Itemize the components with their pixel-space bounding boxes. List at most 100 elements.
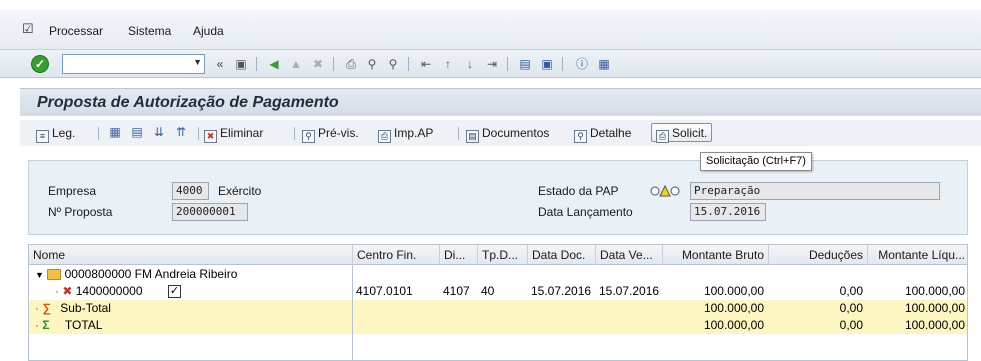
folder-cell: ▼ 0000800000 FM Andreia Ribeiro xyxy=(31,266,241,283)
collapse-icon[interactable]: ⇈ xyxy=(174,125,188,139)
detalhe-label: Detalhe xyxy=(590,126,632,140)
save-icon[interactable]: ▣ xyxy=(233,56,249,72)
subtotal-bruto-cell: 100.000,00 xyxy=(703,301,764,315)
legend-label: Leg. xyxy=(52,126,76,140)
title-bar: Proposta de Autorização de Pagamento xyxy=(20,88,981,116)
total-name-cell: · Σ TOTAL xyxy=(31,317,106,334)
last-page-icon[interactable]: ⇥ xyxy=(484,56,500,72)
print-ap-button[interactable]: ⎙ Imp.AP xyxy=(378,124,433,143)
data-lancamento-field[interactable]: 15.07.2016 xyxy=(690,203,766,221)
help-icon[interactable]: ⓘ xyxy=(574,56,590,72)
back-icon[interactable]: « xyxy=(212,56,228,72)
prev-page-icon[interactable]: ↑ xyxy=(440,56,456,72)
documents-icon: ▤ xyxy=(466,130,479,143)
toolbar-separator xyxy=(294,127,295,140)
subtotal-liquido-cell: 100.000,00 xyxy=(904,301,965,315)
col-deducoes[interactable]: Deduções xyxy=(768,245,867,265)
find-next-icon[interactable]: ⚲ xyxy=(385,56,401,72)
di-cell: 4107 xyxy=(443,284,470,298)
preview-label: Pré-vis. xyxy=(318,126,359,140)
preview-button[interactable]: ⚲ Pré-vis. xyxy=(302,124,359,143)
expand-arrow-icon[interactable]: ▼ xyxy=(35,270,44,280)
liquido-cell: 100.000,00 xyxy=(904,284,965,298)
tree-dot-icon: · xyxy=(35,318,39,332)
ok-icon[interactable]: ✓ xyxy=(31,55,49,73)
expand-icon[interactable]: ⇊ xyxy=(152,125,166,139)
data-venc-cell: 15.07.2016 xyxy=(599,284,660,298)
first-page-icon[interactable]: ⇤ xyxy=(418,56,434,72)
col-tp-doc[interactable]: Tp.D... xyxy=(477,245,527,265)
nav-exit-icon[interactable]: ▲ xyxy=(288,56,304,72)
column-divider xyxy=(352,265,353,360)
nav-cancel-icon[interactable]: ✖ xyxy=(310,56,326,72)
toolbar-separator xyxy=(507,57,508,71)
empresa-field[interactable]: 4000 xyxy=(172,182,209,200)
empresa-label: Empresa xyxy=(48,184,97,198)
document-checkbox[interactable]: ✓ xyxy=(168,285,181,298)
menu-ajuda[interactable]: Ajuda xyxy=(193,24,224,38)
proposta-field[interactable]: 200000001 xyxy=(172,203,248,221)
document-number: 1400000000 xyxy=(75,284,143,298)
col-montante-bruto[interactable]: Montante Bruto xyxy=(662,245,768,265)
menu-bar: ☑ Processar Sistema Ajuda xyxy=(0,10,981,50)
total-bruto-cell: 100.000,00 xyxy=(703,318,764,332)
application-toolbar: ≡ Leg. ▦ ▤ ⇊ ⇈ ✖ Eliminar ⚲ Pré-vis. ⎙ Imp.A… xyxy=(20,120,981,146)
subtotal-deducoes-cell: 0,00 xyxy=(839,301,863,315)
toolbar-separator xyxy=(333,57,334,71)
print-icon[interactable]: ⎙ xyxy=(343,56,359,72)
documentos-label: Documentos xyxy=(482,126,550,140)
shortcut-icon[interactable]: ▣ xyxy=(539,56,555,72)
page-title: Proposta de Autorização de Pagamento xyxy=(37,94,339,111)
document-name-cell: · ✖ 1400000000 xyxy=(51,283,147,300)
eliminar-label: Eliminar xyxy=(220,126,264,140)
col-montante-liquido[interactable]: Montante Líqu... xyxy=(867,245,967,265)
col-data-venc[interactable]: Data Ve... xyxy=(595,245,662,265)
preview-icon: ⚲ xyxy=(302,130,315,143)
command-field[interactable]: ▼ xyxy=(62,54,205,74)
data-lancamento-label: Data Lançamento xyxy=(538,205,633,219)
solicit-button[interactable]: ⎙ Solicit. xyxy=(651,123,713,143)
col-di[interactable]: Di... xyxy=(439,245,477,265)
subtotal-label: Sub-Total xyxy=(60,301,111,315)
legend-button[interactable]: ≡ Leg. xyxy=(36,124,76,143)
subtotal-name-cell: · ∑ Sub-Total xyxy=(31,300,115,317)
legend-icon: ≡ xyxy=(36,130,49,143)
delete-icon: ✖ xyxy=(204,130,217,143)
menu-sistema[interactable]: Sistema xyxy=(128,24,171,38)
documentos-button[interactable]: ▤ Documentos xyxy=(466,124,550,143)
estado-field[interactable]: Preparação xyxy=(690,182,940,200)
select-all-icon[interactable]: ▦ xyxy=(108,125,122,139)
col-data-doc[interactable]: Data Doc. xyxy=(527,245,595,265)
tp-doc-cell: 40 xyxy=(481,284,495,298)
data-doc-cell: 15.07.2016 xyxy=(531,284,592,298)
next-page-icon[interactable]: ↓ xyxy=(462,56,478,72)
proposal-tree-grid: Nome Centro Fin. Di... Tp.D... Data Doc.… xyxy=(28,244,968,361)
standard-toolbar: ✓ ▼ « ▣ ◀ ▲ ✖ ⎙ ⚲ ⚲ ⇤ ↑ ↓ ⇥ ▤ ▣ ⓘ ▦ xyxy=(0,50,981,78)
print-ap-icon: ⎙ xyxy=(378,130,391,143)
request-icon: ⎙ xyxy=(656,130,669,143)
subtotal-row: · ∑ Sub-Total 100.000,00 0,00 100.000,00 xyxy=(29,300,967,317)
deselect-all-icon[interactable]: ▤ xyxy=(130,125,144,139)
layout-icon[interactable]: ▦ xyxy=(596,56,612,72)
folder-label: 0000800000 FM Andreia Ribeiro xyxy=(64,267,238,281)
menu-processar[interactable]: Processar xyxy=(49,24,103,38)
total-deducoes-cell: 0,00 xyxy=(839,318,863,332)
bruto-cell: 100.000,00 xyxy=(703,284,764,298)
tree-row-document[interactable]: · ✖ 1400000000 ✓ 4107.0101 4107 40 15.07… xyxy=(29,283,967,300)
tree-row-folder[interactable]: ▼ 0000800000 FM Andreia Ribeiro xyxy=(29,266,967,283)
dropdown-arrow-icon[interactable]: ▼ xyxy=(193,57,202,67)
new-session-icon[interactable]: ▤ xyxy=(517,56,533,72)
menu-exit-icon[interactable]: ☑ xyxy=(22,22,36,36)
col-centro-fin[interactable]: Centro Fin. xyxy=(352,245,439,265)
nav-back-icon[interactable]: ◀ xyxy=(266,56,282,72)
toolbar-separator xyxy=(198,127,199,140)
total-row: · Σ TOTAL 100.000,00 0,00 100.000,00 xyxy=(29,317,967,334)
centro-fin-cell: 4107.0101 xyxy=(356,284,413,298)
toolbar-separator xyxy=(408,57,409,71)
col-nome[interactable]: Nome xyxy=(29,245,352,265)
detalhe-button[interactable]: ⚲ Detalhe xyxy=(574,124,632,143)
toolbar-separator xyxy=(562,57,563,71)
toolbar-separator xyxy=(458,127,459,140)
eliminar-button[interactable]: ✖ Eliminar xyxy=(204,124,264,143)
find-icon[interactable]: ⚲ xyxy=(364,56,380,72)
